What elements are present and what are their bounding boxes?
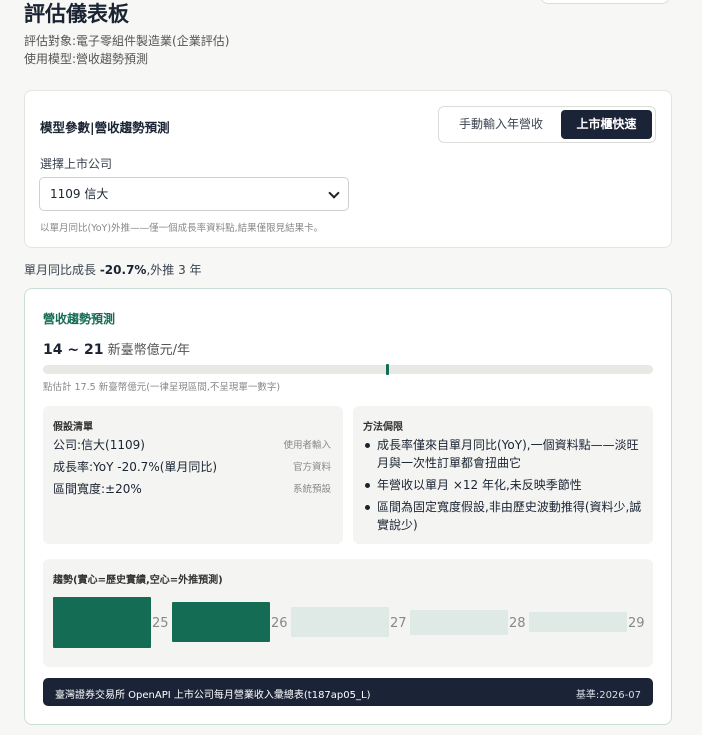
- trend-bar-label: 25: [152, 616, 169, 631]
- forecast-title: 營收趨勢預測: [43, 312, 116, 326]
- assumption-text: 區間寬度:±20%: [53, 482, 142, 496]
- method-limits-title: 方法侷限: [363, 422, 403, 433]
- forecast-card: 營收趨勢預測 14 ~ 21 新臺幣億元/年 點估計 17.5 新臺幣億元(一律…: [24, 288, 672, 725]
- method-limits-panel: 方法侷限 成長率僅來自單月同比(YoY),一個資料點——淡旺月與一次性訂單都會扭…: [353, 406, 653, 544]
- trend-bar-label: 29: [628, 616, 645, 631]
- target-line: 評估對象:電子零組件製造業(企業評估): [24, 34, 230, 48]
- growth-prefix: 單月同比成長: [24, 263, 100, 277]
- tab-listed-quick[interactable]: 上市櫃快速: [561, 110, 652, 139]
- model-line: 使用模型:營收趨勢預測: [24, 52, 149, 66]
- point-estimate-note: 點估計 17.5 新臺幣億元(一律呈現區間,不呈現單一數字): [43, 382, 281, 393]
- growth-rate: -20.7%: [99, 263, 147, 277]
- company-select[interactable]: 1109 信大: [39, 177, 349, 211]
- model-params-card: 模型參數|營收趨勢預測 手動輸入年營收 上市櫃快速 選擇上市公司 1109 信大…: [24, 90, 672, 248]
- assumption-source: 官方資料: [292, 462, 331, 473]
- estimate-track: [43, 364, 653, 375]
- growth-summary: 單月同比成長 -20.7%,外推 3 年: [24, 261, 202, 278]
- trend-bar-label: 26: [271, 616, 288, 631]
- base-date: 基準:2026-07: [575, 690, 641, 701]
- trend-bar-label: 28: [509, 616, 526, 631]
- model-note: 以單月同比(YoY)外推——僅一個成長率資料點,結果僅限見結果卡。: [40, 223, 324, 234]
- trend-bar-29: [529, 612, 627, 632]
- top-pill-button[interactable]: [540, 0, 670, 4]
- chevron-down-icon: [328, 187, 340, 199]
- forecast-range: 14 ~ 21 新臺幣億元/年: [43, 339, 190, 358]
- assumption-source: 使用者輸入: [283, 440, 331, 451]
- growth-suffix: ,外推 3 年: [146, 263, 202, 277]
- select-company-label: 選擇上市公司: [40, 157, 113, 171]
- tab-manual-revenue[interactable]: 手動輸入年營收: [445, 110, 557, 139]
- assumption-row: 成長率:YoY -20.7%(單月同比) 官方資料: [53, 458, 331, 475]
- assumptions-panel: 假設清單 公司:信大(1109) 使用者輸入 成長率:YoY -20.7%(單月…: [43, 406, 343, 544]
- source-footer: 臺灣證券交易所 OpenAPI 上市公司每月營業收入彙總表(t187ap05_L…: [43, 678, 653, 706]
- forecast-unit: 新臺幣億元/年: [103, 343, 190, 358]
- trend-bar-27: [291, 607, 389, 637]
- company-select-value: 1109 信大: [50, 187, 109, 201]
- model-params-title: 模型參數|營收趨勢預測: [40, 120, 170, 135]
- trend-bar-25: [53, 597, 151, 648]
- mode-toggle: 手動輸入年營收 上市櫃快速: [438, 106, 656, 143]
- list-item: 區間為固定寬度假設,非由歷史波動推得(資料少,誠實說少): [363, 498, 645, 534]
- list-item: 成長率僅來自單月同比(YoY),一個資料點——淡旺月與一次性訂單都會扭曲它: [363, 436, 645, 472]
- assumption-row: 區間寬度:±20% 系統預設: [53, 480, 331, 497]
- trend-panel: 趨勢(實心=歷史實績,空心=外推預測) 25 26 27 28 29: [43, 559, 653, 667]
- assumption-text: 公司:信大(1109): [53, 438, 145, 452]
- trend-title: 趨勢(實心=歷史實績,空心=外推預測): [53, 575, 223, 586]
- trend-bar-26: [172, 602, 270, 642]
- assumption-text: 成長率:YoY -20.7%(單月同比): [53, 460, 218, 474]
- method-limits-list: 成長率僅來自單月同比(YoY),一個資料點——淡旺月與一次性訂單都會扭曲它 年營…: [363, 436, 645, 538]
- assumption-source: 系統預設: [292, 484, 331, 495]
- list-item: 年營收以單月 ×12 年化,未反映季節性: [363, 476, 645, 494]
- page-title: 評估儀表板: [24, 2, 129, 26]
- header: 評估儀表板 評估對象:電子零組件製造業(企業評估) 使用模型:營收趨勢預測: [24, 0, 229, 68]
- trend-chart: 25 26 27 28 29: [53, 597, 645, 652]
- trend-bar-label: 27: [390, 616, 407, 631]
- assumption-row: 公司:信大(1109) 使用者輸入: [53, 436, 331, 453]
- forecast-range-value: 14 ~ 21: [43, 342, 104, 358]
- data-source: 臺灣證券交易所 OpenAPI 上市公司每月營業收入彙總表(t187ap05_L…: [55, 690, 371, 701]
- point-estimate-marker: [386, 364, 389, 375]
- assumptions-title: 假設清單: [53, 422, 93, 433]
- trend-bar-28: [410, 610, 508, 635]
